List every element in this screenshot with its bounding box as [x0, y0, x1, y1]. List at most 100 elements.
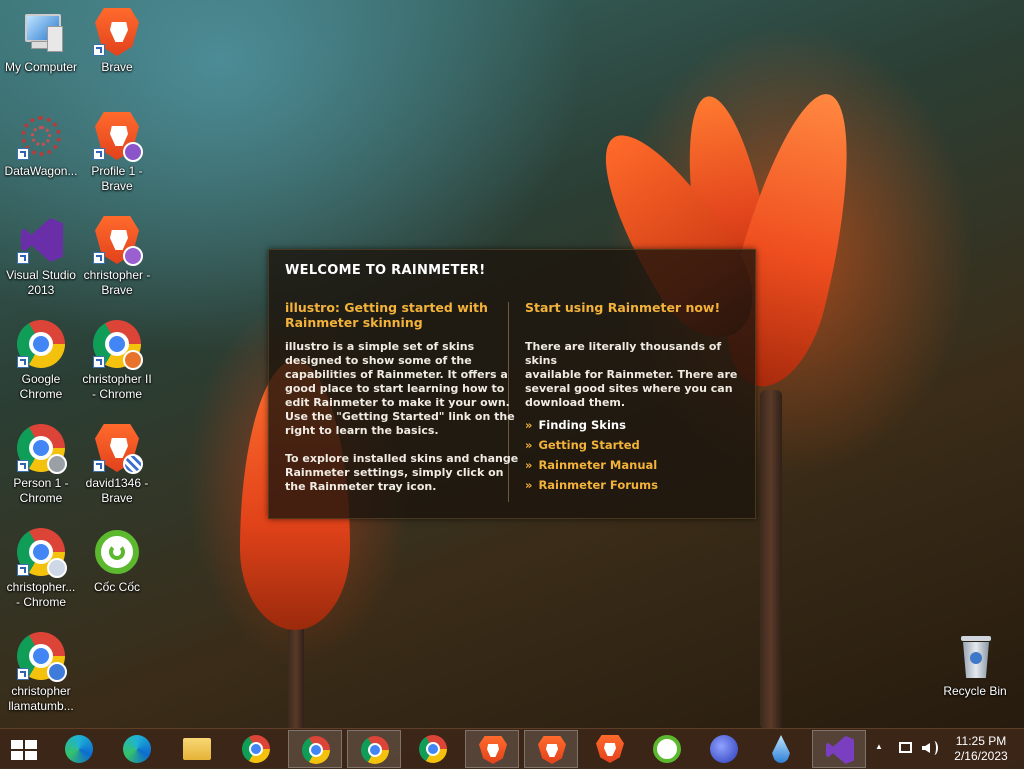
shortcut-arrow-icon [93, 460, 105, 472]
bullet-icon: » [525, 478, 533, 492]
right-heading: Start using Rainmeter now! [525, 300, 721, 315]
chrome-icon [17, 528, 67, 578]
desktop-icon-label: Profile 1 - Brave [91, 164, 143, 193]
taskbar-brave-1[interactable] [465, 730, 519, 768]
taskbar-brave-3[interactable] [583, 730, 637, 768]
tray-overflow-button[interactable]: ▲ [872, 729, 886, 769]
desktop-icon-brave[interactable]: Brave [76, 4, 158, 102]
brave-icon [479, 736, 507, 764]
desktop-icon-profile1-brave[interactable]: Profile 1 - Brave [76, 108, 158, 206]
taskbar: ▲ 11:25 PM 2/16/2023 [0, 728, 1024, 769]
taskbar-edge-profile-1[interactable] [52, 730, 106, 768]
desktop-icon-visual-studio[interactable]: Visual Studio 2013 [0, 212, 82, 310]
chrome-icon [302, 736, 330, 764]
chrome-icon [419, 735, 447, 763]
brave-icon [93, 424, 143, 474]
desktop-icon-label: Visual Studio 2013 [6, 268, 76, 297]
profile-badge-icon [123, 454, 143, 474]
taskbar-virus-app[interactable] [697, 730, 751, 768]
shortcut-arrow-icon [93, 252, 105, 264]
desktop-icon-label: christopher II - Chrome [82, 372, 152, 401]
coccoc-icon [653, 735, 681, 763]
desktop-icon-datawagon[interactable]: DataWagon... [0, 108, 82, 206]
chrome-icon [93, 320, 143, 370]
windows-logo-icon [11, 740, 37, 760]
desktop-icon-christopher2-chrome[interactable]: christopher II - Chrome [76, 316, 158, 414]
visual-studio-icon [17, 216, 65, 264]
profile-badge-icon [123, 350, 143, 370]
desktop-icon-recycle-bin[interactable]: Recycle Bin [934, 628, 1016, 726]
taskbar-edge-profile-2[interactable] [110, 730, 164, 768]
system-clock[interactable]: 11:25 PM 2/16/2023 [948, 734, 1014, 764]
desktop-icon-label: Cốc Cốc [93, 580, 140, 594]
bullet-icon: » [525, 458, 533, 472]
rainmeter-title: WELCOME TO RAINMETER! [285, 263, 486, 278]
desktop-icon-label: Brave [101, 60, 133, 74]
taskbar-brave-2[interactable] [524, 730, 578, 768]
left-paragraph-2: To explore installed skins and change Ra… [285, 452, 519, 493]
desktop-icon-label: My Computer [4, 60, 78, 74]
chrome-icon [361, 736, 389, 764]
desktop-icon-christopher-chrome[interactable]: christopher... - Chrome [0, 524, 82, 622]
edge-profile-icon [123, 735, 151, 763]
brave-icon [596, 735, 624, 763]
taskbar-chrome-2[interactable] [288, 730, 342, 768]
taskbar-visual-studio[interactable] [812, 730, 866, 768]
link-getting-started[interactable]: » Getting Started [525, 438, 640, 452]
taskbar-droplet-app[interactable] [754, 730, 808, 768]
desktop-icon-coccoc[interactable]: Cốc Cốc [76, 524, 158, 622]
file-explorer-icon [183, 738, 211, 760]
droplet-icon [772, 735, 790, 763]
taskbar-chrome-4[interactable] [406, 730, 460, 768]
desktop-icon-label: Recycle Bin [943, 684, 1007, 698]
shortcut-arrow-icon [93, 148, 105, 160]
desktop-icon-david1346-brave[interactable]: david1346 - Brave [76, 420, 158, 518]
link-finding-skins[interactable]: » Finding Skins [525, 418, 626, 432]
taskbar-chrome-1[interactable] [229, 730, 283, 768]
desktop-icon-google-chrome[interactable]: Google Chrome [0, 316, 82, 414]
clock-time: 11:25 PM [955, 734, 1007, 748]
edge-profile-icon [65, 735, 93, 763]
left-heading: illustro: Getting started with Rainmeter… [285, 300, 488, 330]
link-rainmeter-manual[interactable]: » Rainmeter Manual [525, 458, 657, 472]
desktop-icon-person1-chrome[interactable]: Person 1 - Chrome [0, 420, 82, 518]
clock-date: 2/16/2023 [954, 749, 1008, 763]
datawagon-icon [17, 112, 65, 160]
desktop-icon-label: david1346 - Brave [85, 476, 149, 505]
shortcut-arrow-icon [17, 460, 29, 472]
profile-badge-icon [123, 246, 143, 266]
shortcut-arrow-icon [17, 252, 29, 264]
taskbar-coccoc[interactable] [640, 730, 694, 768]
desktop-icon-christopher-llamatumb[interactable]: christopher llamatumb... [0, 628, 82, 726]
start-button[interactable] [0, 730, 54, 768]
desktop-icon-my-computer[interactable]: My Computer [0, 4, 82, 102]
chrome-icon [17, 320, 65, 368]
tray-volume[interactable] [920, 729, 940, 769]
right-paragraph: There are literally thousands of skins a… [525, 340, 738, 409]
desktop-icon-label: christopher llamatumb... [8, 684, 74, 713]
link-rainmeter-forums[interactable]: » Rainmeter Forums [525, 478, 658, 492]
taskbar-chrome-3[interactable] [347, 730, 401, 768]
desktop-icon-christopher-brave[interactable]: christopher - Brave [76, 212, 158, 310]
brave-icon [93, 8, 141, 56]
tray-network[interactable] [896, 729, 916, 769]
link-label: Getting Started [538, 438, 640, 452]
chrome-icon [17, 632, 67, 682]
computer-icon [17, 8, 65, 56]
link-label: Rainmeter Forums [538, 478, 658, 492]
bullet-icon: » [525, 418, 533, 432]
speaker-icon [922, 743, 930, 753]
network-icon [899, 742, 912, 753]
brave-icon [93, 216, 143, 266]
coccoc-icon [93, 528, 141, 576]
shortcut-arrow-icon [17, 564, 29, 576]
profile-badge-icon [123, 142, 143, 162]
profile-badge-icon [47, 454, 67, 474]
rainmeter-welcome-panel[interactable]: WELCOME TO RAINMETER! illustro: Getting … [268, 249, 756, 519]
taskbar-file-explorer[interactable] [170, 730, 224, 768]
link-label: Rainmeter Manual [538, 458, 658, 472]
desktop-icon-label: Person 1 - Chrome [13, 476, 69, 505]
chrome-icon [242, 735, 270, 763]
virus-icon [710, 735, 738, 763]
tulip-stem [760, 390, 782, 730]
